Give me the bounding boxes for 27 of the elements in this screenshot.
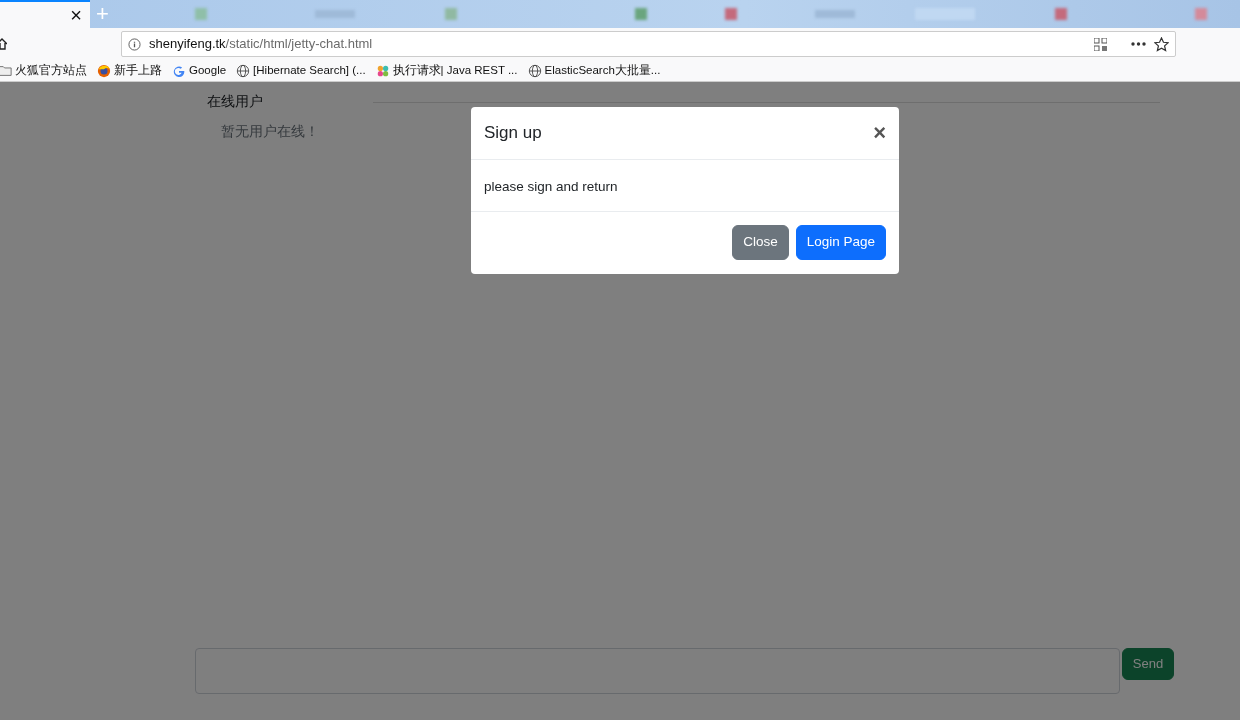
bookmark[interactable]: 执行请求| Java REST ...: [375, 61, 518, 80]
message-field[interactable]: [195, 648, 1120, 694]
bookmark[interactable]: ElasticSearch大批量...: [527, 61, 661, 80]
bookmark[interactable]: [Hibernate Search] (...: [236, 61, 366, 80]
login-page-button[interactable]: Login Page: [795, 225, 886, 260]
modal-message: please sign and return: [484, 179, 618, 194]
globe-icon: [527, 63, 542, 78]
empty-message: 暂无用户在线！: [221, 123, 319, 142]
flower-icon: [375, 63, 390, 78]
globe-icon: [236, 63, 251, 78]
star-icon[interactable]: [1154, 36, 1169, 52]
bookmark[interactable]: 新手上路: [97, 61, 162, 80]
info-icon[interactable]: [128, 37, 141, 51]
sidebar-title: 在线用户: [207, 93, 264, 111]
close-button[interactable]: ×: [873, 122, 886, 144]
firefox-icon: [97, 63, 111, 78]
close-button[interactable]: Close: [732, 225, 789, 260]
address-bar[interactable]: shenyifeng.tk/static/html/jetty-chat.html: [121, 31, 1176, 57]
modal-title: Sign up: [484, 122, 542, 145]
home-icon[interactable]: [0, 37, 7, 51]
qr-code-icon[interactable]: [1094, 37, 1107, 51]
bookmark[interactable]: Google: [172, 61, 227, 80]
close-tab-button[interactable]: ×: [70, 5, 82, 25]
browser-tab[interactable]: ×: [0, 0, 90, 28]
url-text: shenyifeng.tk/static/html/jetty-chat.html: [149, 35, 373, 54]
bookmark[interactable]: 火狐官方站点: [0, 61, 87, 80]
more-icon[interactable]: [1131, 42, 1146, 46]
